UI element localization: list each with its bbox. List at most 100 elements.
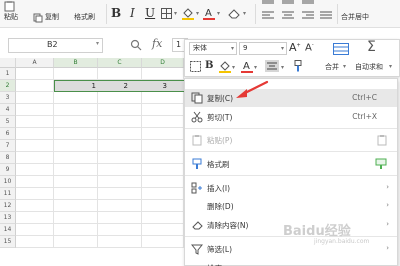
grid-cell[interactable] — [16, 224, 54, 236]
grid-cell[interactable] — [142, 116, 184, 128]
grid-cell[interactable] — [98, 104, 142, 116]
select-all-corner[interactable] — [0, 58, 16, 68]
row-header-11[interactable]: 11 — [0, 188, 16, 200]
grid-cell[interactable] — [16, 176, 54, 188]
grid-cell[interactable] — [16, 164, 54, 176]
fill-color-dropdown-icon[interactable]: ▾ — [196, 10, 199, 17]
font-name-select[interactable]: 宋体 ▾ — [189, 42, 237, 55]
grid-cell[interactable] — [16, 152, 54, 164]
row-header-14[interactable]: 14 — [0, 224, 16, 236]
grid-cell[interactable] — [16, 188, 54, 200]
merge-icon[interactable] — [333, 43, 349, 55]
cell-c2[interactable]: 2 — [98, 80, 128, 92]
grid-cell[interactable] — [54, 68, 98, 80]
font-color-icon[interactable]: A — [241, 59, 253, 73]
row-header-15[interactable]: 15 — [0, 236, 16, 248]
grid-cell[interactable] — [142, 236, 184, 248]
align-left-icon[interactable] — [262, 11, 274, 20]
row-header-7[interactable]: 7 — [0, 140, 16, 152]
fx-label[interactable]: fx — [152, 37, 162, 50]
eraser-dropdown-icon[interactable]: ▾ — [243, 10, 246, 17]
fill-color-icon[interactable] — [182, 7, 194, 20]
grid-cell[interactable] — [142, 104, 184, 116]
menu-item-sort[interactable]: 排序 — [185, 259, 397, 266]
row-header-9[interactable]: 9 — [0, 164, 16, 176]
grid-cell[interactable] — [54, 224, 98, 236]
row-header-13[interactable]: 13 — [0, 212, 16, 224]
autosum-label[interactable]: 自动求和 — [355, 62, 383, 72]
grid-cell[interactable] — [142, 68, 184, 80]
fill-color-dropdown-icon[interactable]: ▾ — [232, 64, 235, 71]
grid-cell[interactable] — [98, 200, 142, 212]
fill-color-icon[interactable] — [219, 60, 231, 73]
merge-center-label[interactable]: 合并居中 — [341, 12, 369, 22]
grid-cell[interactable] — [16, 68, 54, 80]
grid-cell[interactable] — [54, 104, 98, 116]
grid-cell[interactable] — [142, 152, 184, 164]
chevron-down-icon[interactable]: ▾ — [96, 40, 99, 47]
align-center-icon[interactable] — [265, 60, 279, 72]
grid-cell[interactable] — [98, 92, 142, 104]
paste-icon[interactable] — [4, 1, 16, 12]
grid-cell[interactable] — [142, 200, 184, 212]
menu-item-insert[interactable]: 插入(I) › — [185, 179, 397, 197]
grid-cell[interactable] — [54, 188, 98, 200]
grid-cell[interactable] — [16, 80, 54, 92]
grid-cell[interactable] — [16, 236, 54, 248]
row-header-12[interactable]: 12 — [0, 200, 16, 212]
merge-dropdown-icon[interactable]: ▾ — [343, 63, 346, 70]
merge-label[interactable]: 合并 — [325, 62, 339, 72]
align-middle-icon[interactable] — [282, 0, 294, 4]
grid-cell[interactable] — [54, 236, 98, 248]
border-style-icon[interactable] — [190, 61, 201, 72]
name-box[interactable]: B2 ▾ — [8, 38, 103, 53]
grid-cell[interactable] — [98, 224, 142, 236]
grid-cell[interactable] — [98, 116, 142, 128]
grid-cell[interactable] — [98, 176, 142, 188]
grid-cell[interactable] — [54, 128, 98, 140]
font-size-select[interactable]: 9 ▾ — [239, 42, 287, 55]
grid-cell[interactable] — [142, 224, 184, 236]
zoom-icon[interactable] — [130, 39, 142, 51]
align-top-icon[interactable] — [262, 0, 274, 4]
row-header-5[interactable]: 5 — [0, 116, 16, 128]
row-header-8[interactable]: 8 — [0, 152, 16, 164]
grid-cell[interactable] — [16, 212, 54, 224]
grid-cell[interactable] — [54, 116, 98, 128]
column-header-a[interactable]: A — [16, 58, 54, 68]
menu-item-cut[interactable]: 剪切(T) Ctrl+X — [185, 108, 397, 126]
format-painter-label[interactable]: 格式刷 — [74, 12, 95, 22]
menu-item-delete[interactable]: 删除(D) › — [185, 197, 397, 215]
align-center-icon[interactable] — [282, 11, 294, 20]
grid-cell[interactable] — [54, 152, 98, 164]
column-header-c[interactable]: C — [98, 58, 142, 68]
copy-label[interactable]: 复制 — [45, 12, 59, 22]
autosum-icon[interactable]: Σ — [367, 39, 376, 55]
grid-cell[interactable] — [98, 128, 142, 140]
font-color-icon[interactable]: A — [203, 6, 215, 20]
paste-label[interactable]: 粘贴 — [4, 12, 18, 22]
grid-cell[interactable] — [142, 140, 184, 152]
grid-cell[interactable] — [54, 92, 98, 104]
grid-cell[interactable] — [54, 140, 98, 152]
grid-cell[interactable] — [16, 200, 54, 212]
borders-dropdown-icon[interactable]: ▾ — [174, 10, 177, 17]
font-color-dropdown-icon[interactable]: ▾ — [217, 10, 220, 17]
grid-cell[interactable] — [16, 128, 54, 140]
row-header-4[interactable]: 4 — [0, 104, 16, 116]
grid-cell[interactable] — [142, 128, 184, 140]
menu-item-copy[interactable]: 复制(C) Ctrl+C — [185, 89, 397, 107]
grid-cell[interactable] — [54, 212, 98, 224]
grid-cell[interactable] — [98, 140, 142, 152]
grid-cell[interactable] — [54, 176, 98, 188]
underline-button[interactable]: U — [145, 6, 155, 20]
grid-cell[interactable] — [16, 104, 54, 116]
justify-icon[interactable] — [320, 11, 332, 20]
grid-cell[interactable] — [142, 212, 184, 224]
grid-cell[interactable] — [98, 68, 142, 80]
cell-d2[interactable]: 3 — [142, 80, 167, 92]
row-header-1[interactable]: 1 — [0, 68, 16, 80]
grid-cell[interactable] — [142, 164, 184, 176]
eraser-icon[interactable] — [228, 8, 241, 19]
align-right-icon[interactable] — [302, 11, 314, 20]
